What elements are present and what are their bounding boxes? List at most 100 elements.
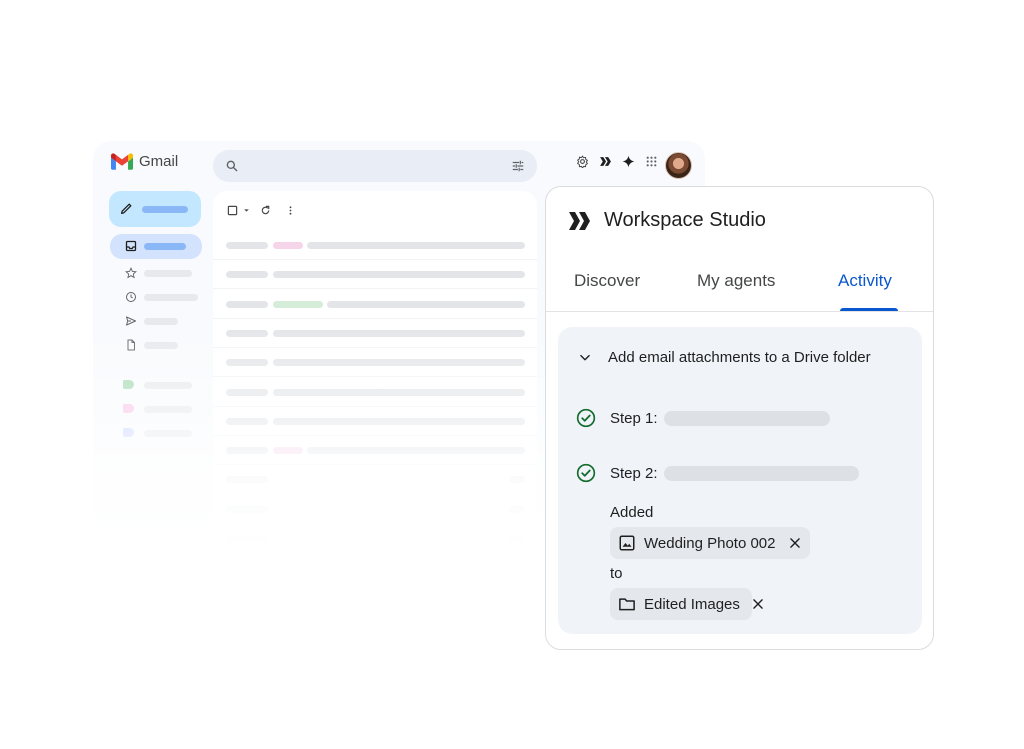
sidebar-label-placeholder [144, 406, 192, 413]
to-label: to [610, 565, 623, 582]
star-icon [125, 267, 137, 279]
table-row[interactable] [213, 465, 537, 495]
sidebar-label-placeholder [144, 243, 186, 250]
step-description-placeholder [663, 465, 859, 481]
table-row[interactable] [213, 407, 537, 436]
row-text-placeholder [273, 359, 525, 367]
send-icon [126, 316, 136, 326]
chevron-down-icon[interactable] [243, 207, 250, 214]
check-circle-icon [576, 408, 596, 428]
compose-button[interactable] [109, 191, 201, 227]
row-text-placeholder [226, 505, 268, 513]
row-text-placeholder [226, 535, 268, 542]
sidebar-item-sent[interactable] [110, 309, 202, 333]
search-icon[interactable] [225, 159, 239, 173]
step-2: Step 2: [576, 463, 859, 483]
row-text-placeholder [226, 300, 268, 308]
folder-chip[interactable]: Edited Images [610, 588, 752, 620]
tab-activity[interactable]: Activity [838, 271, 892, 291]
table-row[interactable] [213, 378, 537, 407]
sidebar-label-placeholder [144, 270, 192, 277]
workspace-studio-icon[interactable] [599, 155, 612, 168]
gmail-header-actions [576, 155, 658, 168]
more-vert-icon[interactable] [285, 205, 296, 216]
tab-discover[interactable]: Discover [574, 271, 640, 291]
avatar[interactable] [665, 152, 692, 179]
workspace-studio-logo-icon [569, 211, 590, 230]
row-text-placeholder [226, 447, 268, 455]
folder-icon [619, 598, 635, 611]
folder-chip-label: Edited Images [644, 595, 740, 613]
gmail-logo[interactable]: Gmail [111, 153, 178, 170]
row-text-placeholder [226, 271, 268, 279]
pencil-icon [120, 203, 132, 215]
chevron-down-icon[interactable] [578, 351, 592, 365]
sidebar-item-inbox[interactable] [110, 234, 202, 259]
row-text-placeholder [273, 242, 303, 249]
gmail-search-bar[interactable] [213, 150, 537, 182]
step-label: Step 1: [610, 409, 658, 427]
activity-card-header[interactable]: Add email attachments to a Drive folder [578, 349, 871, 366]
row-text-placeholder [273, 271, 525, 279]
sidebar-label-placeholder [144, 382, 192, 389]
row-text-placeholder [509, 535, 525, 542]
tune-icon[interactable] [511, 159, 525, 173]
email-list-toolbar [227, 205, 296, 216]
active-tab-indicator [840, 308, 898, 311]
row-text-placeholder [327, 300, 525, 308]
table-row[interactable] [213, 348, 537, 378]
gmail-logo-icon [111, 153, 133, 170]
label-icon [123, 404, 134, 413]
file-chip[interactable]: Wedding Photo 002 [610, 527, 810, 559]
sidebar-item-starred[interactable] [110, 261, 202, 285]
activity-title: Add email attachments to a Drive folder [608, 349, 871, 366]
sidebar-label-placeholder [144, 430, 192, 437]
checkbox-icon[interactable] [227, 205, 238, 216]
row-text-placeholder [273, 329, 525, 337]
step-label: Step 2: [610, 464, 658, 482]
row-text-placeholder [273, 300, 323, 308]
sidebar-label-item[interactable] [110, 397, 202, 421]
table-row[interactable] [213, 436, 537, 466]
row-text-placeholder [226, 417, 268, 425]
sidebar-label-placeholder [144, 342, 178, 349]
table-row[interactable] [213, 495, 537, 524]
settings-icon[interactable] [576, 155, 589, 168]
workspace-studio-panel: Workspace Studio Discover My agents Acti… [545, 186, 934, 650]
image-icon [619, 535, 635, 551]
label-icon [123, 380, 134, 389]
gemini-icon[interactable] [622, 155, 635, 168]
sidebar-label-placeholder [144, 318, 178, 325]
inbox-icon [125, 240, 137, 252]
refresh-icon[interactable] [260, 205, 271, 216]
row-text-placeholder [226, 359, 268, 367]
row-text-placeholder [273, 388, 525, 396]
row-text-placeholder [307, 242, 525, 249]
row-text-placeholder [273, 417, 525, 425]
sidebar-label-item[interactable] [110, 373, 202, 397]
close-icon[interactable] [751, 597, 765, 611]
table-row[interactable] [213, 260, 537, 290]
row-text-placeholder [226, 476, 268, 484]
file-icon [127, 339, 135, 351]
panel-title: Workspace Studio [604, 209, 766, 231]
row-text-placeholder [273, 447, 303, 455]
table-row[interactable] [213, 231, 537, 260]
sidebar-item-drafts[interactable] [110, 333, 202, 357]
file-chip-label: Wedding Photo 002 [644, 534, 776, 552]
row-text-placeholder [226, 242, 268, 249]
compose-label-placeholder [142, 206, 188, 213]
tab-my-agents[interactable]: My agents [697, 271, 775, 291]
apps-grid-icon[interactable] [645, 155, 658, 168]
close-icon[interactable] [788, 536, 802, 550]
row-text-placeholder [307, 447, 525, 455]
activity-card: Add email attachments to a Drive folder … [558, 327, 922, 634]
sidebar-item-snoozed[interactable] [110, 285, 202, 309]
added-label: Added [610, 504, 654, 521]
table-row[interactable] [213, 319, 537, 348]
panel-header: Workspace Studio [568, 209, 766, 232]
table-row[interactable] [213, 524, 537, 551]
sidebar-label-item[interactable] [110, 421, 202, 445]
row-text-placeholder [509, 476, 525, 484]
table-row[interactable] [213, 290, 537, 319]
